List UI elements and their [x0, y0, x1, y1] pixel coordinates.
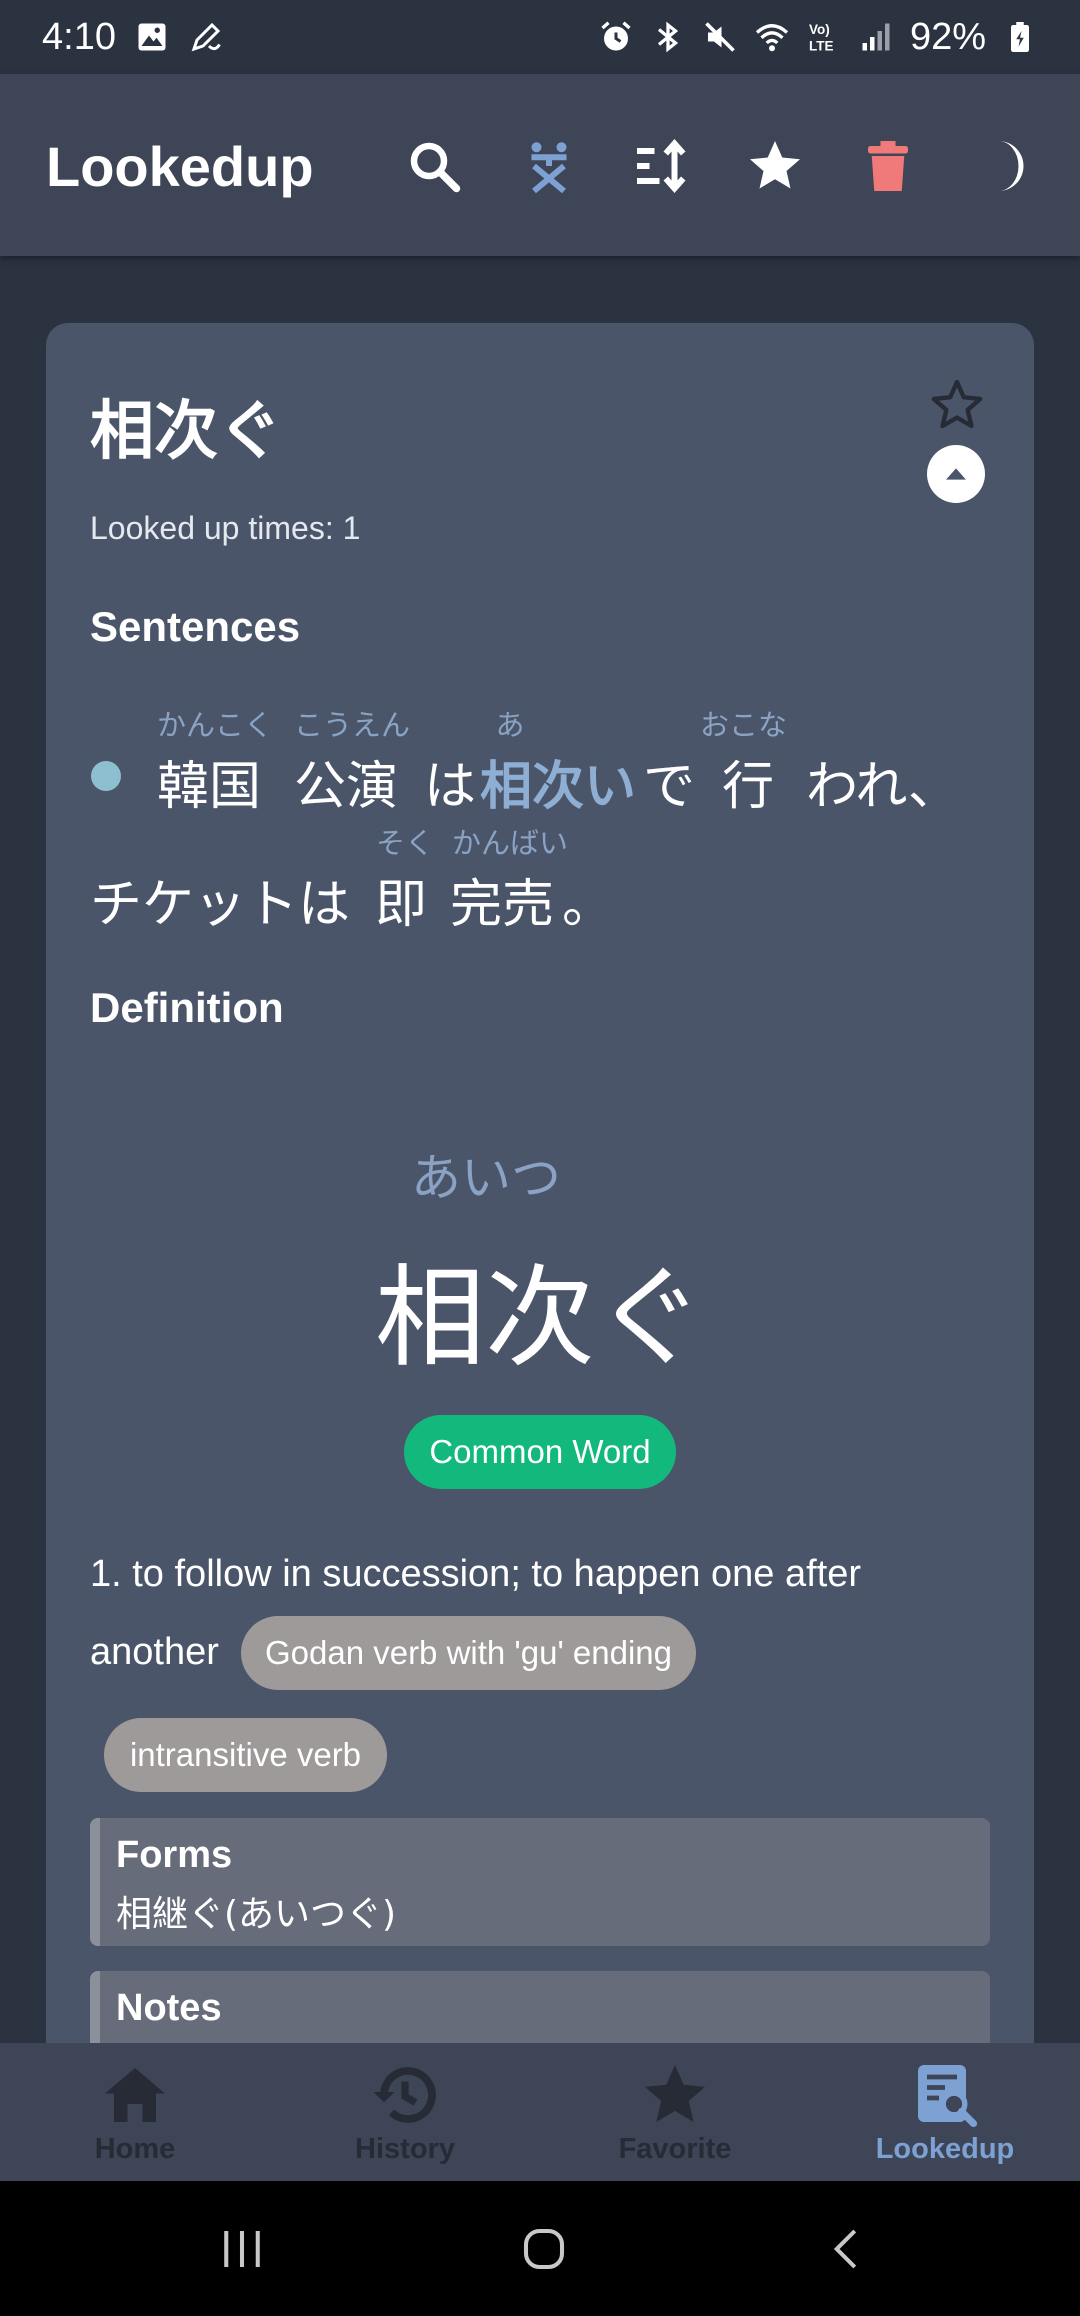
status-right: Vo) LTE 92% — [598, 16, 1038, 59]
recents-icon — [224, 2231, 260, 2267]
sentence-highlight: 相次い — [480, 757, 637, 817]
bottom-nav: Home History Favorite Lookedup — [0, 2043, 1080, 2181]
battery-icon — [1002, 19, 1038, 55]
star-icon — [750, 141, 800, 189]
home-icon — [105, 2068, 165, 2122]
star-icon — [645, 2065, 705, 2122]
favorites-button[interactable] — [737, 128, 813, 204]
volte-icon: Vo) LTE — [806, 19, 842, 55]
sentences-heading: Sentences — [90, 603, 301, 650]
sentence-text: 。 — [562, 875, 615, 935]
furigana: あ — [495, 708, 525, 742]
furigana: そく — [375, 826, 434, 860]
svg-text:LTE: LTE — [809, 39, 834, 54]
forms-box: Forms 相継ぐ(あいつぐ) — [90, 1818, 990, 1946]
sentence-text: は — [424, 757, 477, 817]
lookup-icon — [918, 2065, 978, 2128]
pos-tag: intransitive verb — [104, 1718, 387, 1792]
notes-box: Notes — [90, 1971, 990, 2051]
sort-icon — [637, 138, 686, 194]
back-icon — [833, 2229, 857, 2269]
favorite-toggle[interactable] — [926, 374, 988, 436]
word-title: 相次ぐ — [90, 395, 282, 469]
signal-icon — [858, 19, 894, 55]
definition-heading: Definition — [90, 984, 284, 1031]
nav-label: History — [355, 2133, 455, 2165]
battery-percent: 92% — [909, 15, 986, 58]
reading-text: あいつ — [411, 1149, 561, 1207]
delete-icon — [868, 141, 908, 191]
status-left: 4:10 — [42, 16, 224, 59]
collapse-button[interactable] — [927, 445, 985, 503]
lookup-count: Looked up times: 1 — [90, 510, 361, 546]
sentence-text: チケットは — [90, 875, 351, 935]
bluetooth-icon — [650, 19, 686, 55]
chevron-up-icon — [946, 468, 966, 480]
translate-button[interactable] — [511, 128, 587, 204]
recents-button[interactable] — [212, 2219, 272, 2279]
furigana: かんこく — [157, 708, 274, 742]
pen-icon — [188, 19, 224, 55]
translate-icon — [531, 142, 567, 194]
pos-tag: Godan verb with 'gu' ending — [241, 1616, 696, 1690]
status-time: 4:10 — [42, 15, 116, 58]
common-word-badge: Common Word — [404, 1415, 676, 1489]
sentence-text: 完売 — [450, 875, 555, 935]
app-title: Lookedup — [46, 135, 314, 198]
sentence-text: 韓国 — [157, 757, 262, 817]
reading: あいつ — [0, 1138, 1080, 1210]
dark-mode-icon — [998, 141, 1024, 191]
system-nav-bar — [0, 2181, 1080, 2316]
nav-label: Home — [94, 2133, 176, 2165]
nav-label: Lookedup — [875, 2133, 1015, 2165]
history-icon — [373, 2067, 436, 2123]
search-icon — [410, 142, 461, 193]
sentence-text: 即 — [375, 875, 428, 935]
nav-label: Favorite — [618, 2133, 732, 2165]
sentence-bullet — [91, 761, 121, 791]
sentence-text: で — [643, 757, 696, 817]
nav-item-lookedup[interactable]: Lookedup — [810, 2043, 1080, 2181]
forms-body: 相継ぐ(あいつぐ) — [116, 1894, 397, 1935]
furigana: こうえん — [294, 708, 411, 742]
sort-button[interactable] — [624, 128, 700, 204]
headword: 相次ぐ — [375, 1254, 705, 1382]
notes-title: Notes — [116, 1987, 222, 2029]
image-icon — [134, 19, 170, 55]
nav-item-favorite[interactable]: Favorite — [540, 2043, 810, 2181]
dark-mode-button[interactable] — [968, 128, 1044, 204]
home-circle-icon — [523, 2228, 565, 2270]
sentence-text: われ、 — [806, 757, 960, 817]
alarm-icon — [598, 19, 634, 55]
nav-item-home[interactable]: Home — [0, 2043, 270, 2181]
meaning-text: 1. to follow in succession; to happen on… — [90, 1553, 862, 1595]
search-button[interactable] — [396, 128, 472, 204]
svg-text:Vo): Vo) — [809, 22, 830, 37]
wifi-icon — [754, 19, 790, 55]
nav-item-history[interactable]: History — [270, 2043, 540, 2181]
delete-button[interactable] — [850, 128, 926, 204]
status-bar: 4:10 Vo) LTE 92% — [0, 0, 1080, 74]
forms-title: Forms — [116, 1834, 233, 1876]
star-outline-icon — [931, 379, 983, 429]
meaning-text-cont: another — [90, 1631, 219, 1673]
furigana: かんばい — [451, 826, 568, 860]
mute-icon — [702, 19, 738, 55]
sentence-text: 公演 — [294, 757, 399, 817]
furigana: おこな — [700, 708, 788, 742]
sentence-text: 行 — [722, 757, 775, 817]
back-button[interactable] — [818, 2219, 878, 2279]
home-nav-button[interactable] — [514, 2219, 574, 2279]
